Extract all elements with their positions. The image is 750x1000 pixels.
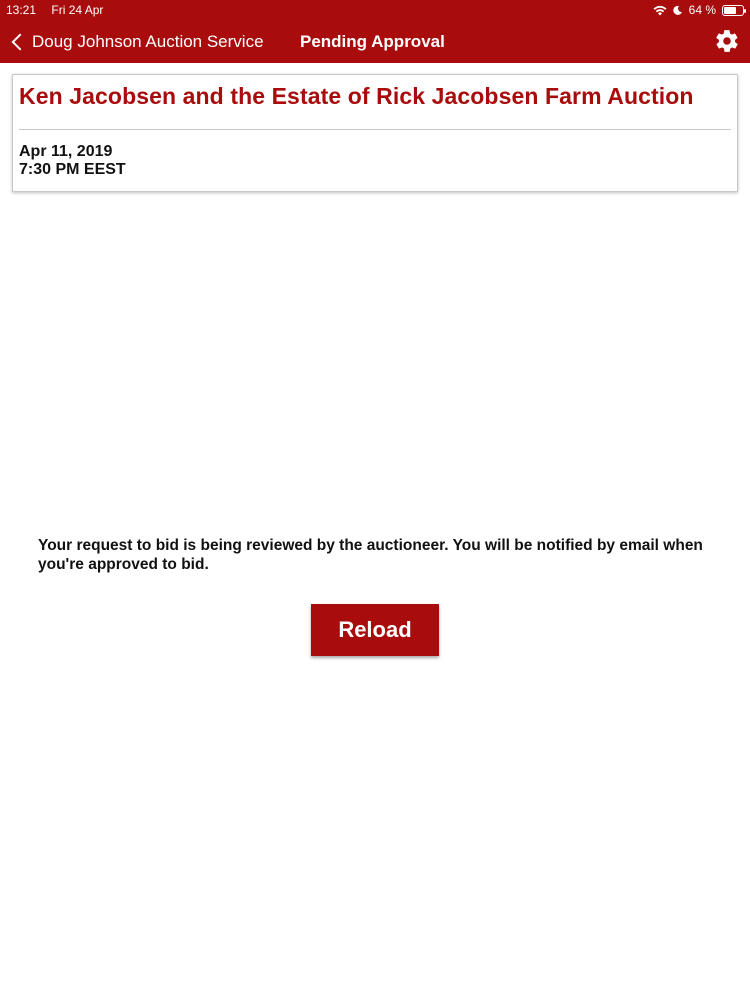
page-title: Pending Approval: [300, 31, 445, 51]
back-button[interactable]: Doug Johnson Auction Service: [8, 20, 264, 63]
moon-icon: [672, 5, 682, 15]
chevron-left-icon: [11, 33, 29, 50]
auction-title: Ken Jacobsen and the Estate of Rick Jaco…: [19, 83, 694, 109]
wifi-icon: [653, 5, 667, 15]
auction-date: Apr 11, 2019: [19, 143, 113, 160]
back-button-label: Doug Johnson Auction Service: [32, 31, 264, 51]
nav-bar: Doug Johnson Auction Service Pending App…: [0, 20, 750, 63]
status-bar: 13:21 Fri 24 Apr 64 %: [0, 0, 750, 20]
battery-percent: 64 %: [688, 3, 716, 17]
status-date: Fri 24 Apr: [51, 3, 104, 17]
auction-card[interactable]: Ken Jacobsen and the Estate of Rick Jaco…: [12, 74, 738, 192]
status-right: 64 %: [653, 3, 746, 17]
reload-button[interactable]: Reload: [311, 604, 439, 656]
status-time: 13:21: [6, 3, 37, 17]
gear-icon[interactable]: [714, 28, 740, 54]
auction-time: 7:30 PM EEST: [19, 161, 126, 178]
status-left: 13:21 Fri 24 Apr: [6, 3, 115, 17]
pending-message: Your request to bid is being reviewed by…: [38, 537, 703, 573]
battery-fill: [724, 6, 736, 14]
battery-icon: [722, 4, 746, 16]
divider: [19, 129, 731, 130]
